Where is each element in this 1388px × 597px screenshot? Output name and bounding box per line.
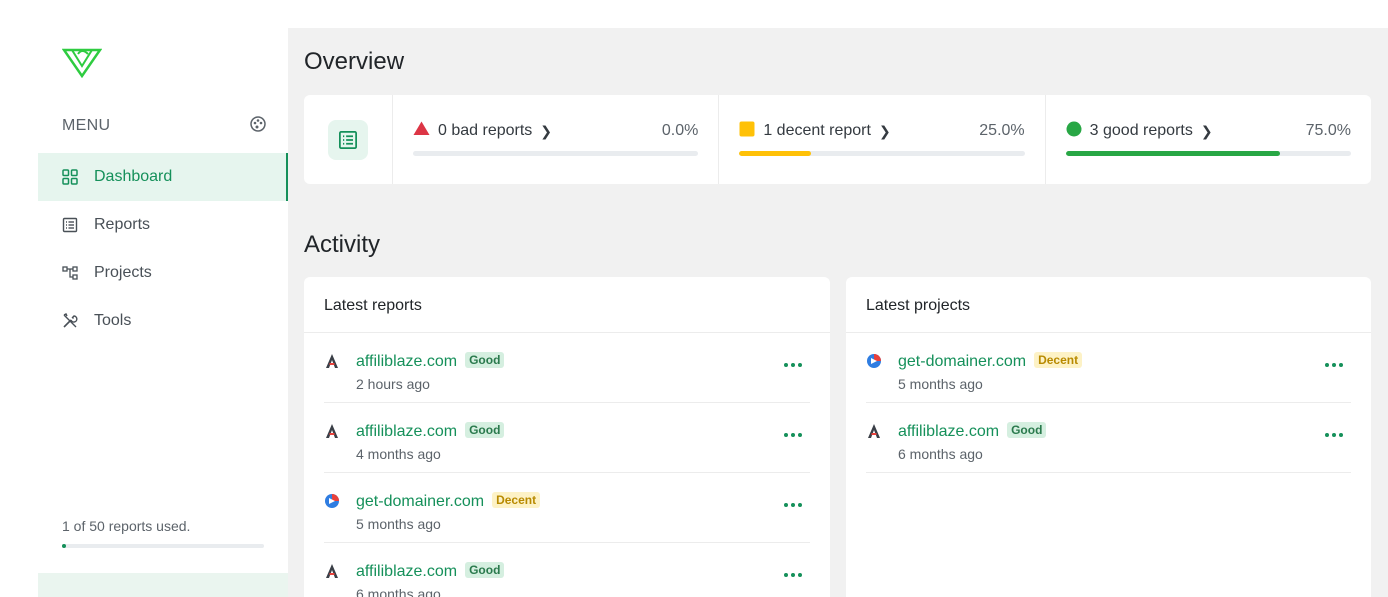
- domain-link[interactable]: affiliblaze.com: [356, 423, 457, 440]
- sidebar-item-label: Reports: [94, 216, 151, 233]
- list-item: affiliblaze.com Good 6 months ago: [324, 543, 810, 597]
- sidebar-item-label: Dashboard: [94, 168, 173, 185]
- bad-reports-label: 0 bad reports: [438, 122, 533, 139]
- menu-title: MENU: [62, 117, 111, 134]
- affiliblaze-favicon-icon: [866, 423, 882, 439]
- affiliblaze-favicon-icon: [324, 563, 340, 579]
- timestamp: 5 months ago: [898, 376, 983, 392]
- list-item: affiliblaze.com Good 4 months ago: [324, 403, 810, 473]
- list-item: get-domainer.com Decent 5 months ago: [324, 473, 810, 543]
- domain-link[interactable]: get-domainer.com: [898, 353, 1026, 370]
- status-badge: Good: [465, 422, 505, 438]
- list-item: get-domainer.com Decent 5 months ago: [866, 333, 1351, 403]
- stat-bad-reports: 0 bad reports ❯ 0.0%: [393, 95, 720, 184]
- sidebar-item-projects[interactable]: Projects: [38, 249, 288, 297]
- status-badge: Decent: [1034, 352, 1083, 368]
- affiliblaze-favicon-icon: [324, 353, 340, 369]
- stats-icon-cell: [304, 95, 393, 184]
- overview-title: Overview: [304, 48, 405, 75]
- latest-reports-title: Latest reports: [304, 277, 830, 333]
- stat-decent-reports: 1 decent report ❯ 25.0%: [719, 95, 1046, 184]
- sidebar-item-label: Tools: [94, 312, 132, 329]
- good-reports-fill: [1065, 151, 1280, 156]
- main-content: Overview 0 bad reports ❯ 0.0% 1 decent r…: [288, 28, 1388, 597]
- projects-icon: [62, 265, 78, 281]
- latest-reports-panel: Latest reports affiliblaze.com Good 2 hour…: [304, 277, 830, 597]
- more-options-icon[interactable]: [784, 503, 802, 507]
- square-icon: [739, 121, 755, 142]
- status-badge: Good: [465, 562, 505, 578]
- decent-reports-link[interactable]: 1 decent report ❯: [739, 121, 891, 142]
- affiliblaze-favicon-icon: [324, 423, 340, 439]
- chevron-right-icon: ❯: [878, 122, 891, 139]
- good-reports-percent: 75.0%: [1305, 122, 1351, 139]
- bad-reports-bar: [413, 151, 699, 156]
- good-reports-link[interactable]: 3 good reports ❯: [1066, 121, 1213, 142]
- grid-icon: [62, 169, 78, 185]
- domain-line: get-domainer.com Decent: [898, 352, 1083, 371]
- timestamp: 5 months ago: [356, 516, 441, 532]
- domain-link[interactable]: affiliblaze.com: [898, 423, 999, 440]
- latest-projects-panel: Latest projects get-domainer.com Decent 5 …: [846, 277, 1371, 597]
- more-options-icon[interactable]: [1325, 433, 1343, 437]
- palette-icon[interactable]: [250, 115, 266, 137]
- domain-link[interactable]: affiliblaze.com: [356, 353, 457, 370]
- tools-icon: [62, 313, 78, 329]
- activity-title: Activity: [304, 231, 381, 258]
- sidebar-nav: Dashboard Reports Projects Tools: [38, 153, 288, 345]
- domain-line: affiliblaze.com Good: [356, 562, 505, 581]
- usage-text: 1 of 50 reports used.: [62, 518, 191, 534]
- sidebar-item-label: Projects: [94, 264, 152, 281]
- list-item: affiliblaze.com Good 2 hours ago: [324, 333, 810, 403]
- decent-reports-fill: [739, 151, 811, 156]
- more-options-icon[interactable]: [784, 363, 802, 367]
- sidebar-item-dashboard[interactable]: Dashboard: [38, 153, 288, 201]
- status-badge: Good: [465, 352, 505, 368]
- menu-header: MENU: [62, 115, 266, 137]
- bad-reports-link[interactable]: 0 bad reports ❯: [413, 121, 552, 141]
- good-reports-label: 3 good reports: [1089, 122, 1193, 139]
- list-item: affiliblaze.com Good 6 months ago: [866, 403, 1351, 473]
- timestamp: 4 months ago: [356, 446, 441, 462]
- decent-reports-label: 1 decent report: [763, 122, 871, 139]
- more-options-icon[interactable]: [1325, 363, 1343, 367]
- report-icon: [62, 217, 78, 233]
- stat-good-reports: 3 good reports ❯ 75.0%: [1046, 95, 1371, 184]
- chevron-right-icon: ❯: [540, 122, 553, 139]
- domain-link[interactable]: get-domainer.com: [356, 493, 484, 510]
- usage-progress-fill: [62, 544, 67, 548]
- overview-stats-card: 0 bad reports ❯ 0.0% 1 decent report ❯ 2…: [304, 95, 1371, 184]
- sidebar: MENU Dashboard Reports Projects Tools 1 …: [38, 28, 288, 597]
- chevron-right-icon: ❯: [1200, 122, 1213, 139]
- sidebar-item-tools[interactable]: Tools: [38, 297, 288, 345]
- domain-link[interactable]: affiliblaze.com: [356, 563, 457, 580]
- more-options-icon[interactable]: [784, 433, 802, 437]
- decent-reports-percent: 25.0%: [979, 122, 1025, 139]
- shield-logo-icon[interactable]: [61, 46, 103, 79]
- user-profile-strip[interactable]: [38, 573, 288, 597]
- bad-reports-percent: 0.0%: [661, 122, 699, 139]
- more-options-icon[interactable]: [784, 573, 802, 577]
- decent-reports-bar: [739, 151, 1025, 156]
- domain-line: affiliblaze.com Good: [356, 352, 505, 371]
- usage-progress-bar: [62, 544, 264, 548]
- getdomainer-favicon-icon: [866, 353, 882, 369]
- timestamp: 6 months ago: [356, 586, 441, 597]
- good-reports-bar: [1065, 151, 1351, 156]
- latest-projects-title: Latest projects: [846, 277, 1371, 333]
- timestamp: 2 hours ago: [356, 376, 430, 392]
- domain-line: affiliblaze.com Good: [356, 422, 505, 441]
- status-badge: Good: [1007, 422, 1047, 438]
- timestamp: 6 months ago: [898, 446, 983, 462]
- getdomainer-favicon-icon: [324, 493, 340, 509]
- domain-line: affiliblaze.com Good: [898, 422, 1047, 441]
- triangle-icon: [413, 121, 430, 141]
- report-summary-icon: [328, 119, 368, 160]
- circle-icon: [1066, 121, 1082, 142]
- status-badge: Decent: [492, 492, 541, 508]
- sidebar-item-reports[interactable]: Reports: [38, 201, 288, 249]
- domain-line: get-domainer.com Decent: [356, 492, 541, 511]
